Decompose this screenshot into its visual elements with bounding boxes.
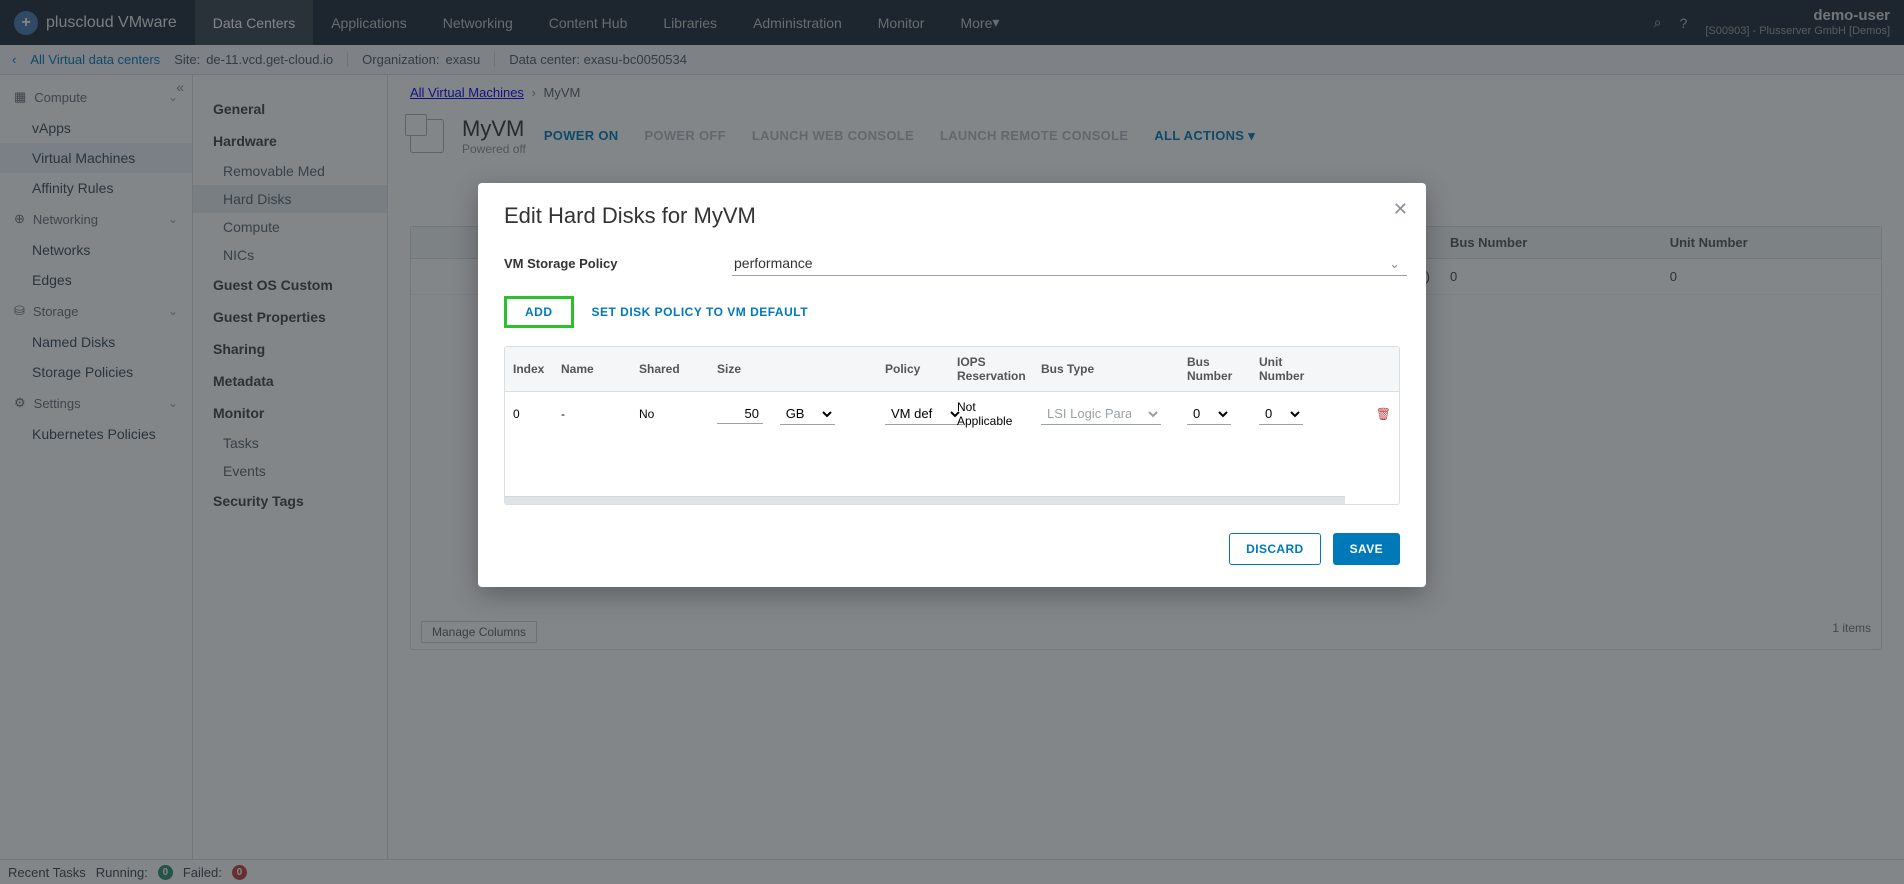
modal-overlay: ✕ Edit Hard Disks for MyVM VM Storage Po… — [0, 0, 1904, 884]
discard-button[interactable]: DISCARD — [1229, 533, 1320, 565]
close-icon[interactable]: ✕ — [1393, 199, 1408, 220]
disk-bus-number-select[interactable]: 0 — [1187, 403, 1231, 425]
col-unit-number: Unit Number — [1251, 347, 1321, 391]
disk-unit-number-select[interactable]: 0 — [1259, 403, 1303, 425]
horizontal-scrollbar[interactable] — [505, 496, 1345, 504]
set-disk-policy-default-button[interactable]: SET DISK POLICY TO VM DEFAULT — [592, 305, 809, 319]
add-button[interactable]: ADD — [504, 296, 574, 328]
disks-table: Index Name Shared Size Policy IOPS Reser… — [504, 346, 1400, 505]
delete-row-icon[interactable]: 🗑 — [1376, 407, 1391, 421]
col-name: Name — [553, 354, 631, 384]
disk-index: 0 — [505, 399, 553, 429]
col-size: Size — [709, 354, 877, 384]
disk-bus-type-select[interactable]: LSI Logic Parallel (SCS — [1041, 403, 1161, 425]
col-bus-type: Bus Type — [1033, 354, 1179, 384]
vm-storage-policy-select[interactable] — [732, 251, 1407, 276]
vm-storage-policy-label: VM Storage Policy — [504, 256, 732, 271]
col-shared: Shared — [631, 354, 709, 384]
disk-size-input[interactable] — [717, 404, 763, 424]
disk-shared: No — [631, 399, 709, 429]
disk-size-unit-select[interactable]: GB — [780, 403, 835, 425]
disk-iops: Not Applicable — [949, 392, 1033, 436]
disk-row: 0 - No GB VM def Not Applicable LSI Logi… — [505, 392, 1399, 436]
col-bus-number: Bus Number — [1179, 347, 1251, 391]
modal-title: Edit Hard Disks for MyVM — [504, 203, 1400, 229]
save-button[interactable]: SAVE — [1333, 533, 1400, 565]
edit-hard-disks-modal: ✕ Edit Hard Disks for MyVM VM Storage Po… — [478, 183, 1426, 587]
col-index: Index — [505, 354, 553, 384]
col-policy: Policy — [877, 354, 949, 384]
disk-name: - — [553, 399, 631, 429]
col-iops: IOPS Reservation — [949, 347, 1033, 391]
